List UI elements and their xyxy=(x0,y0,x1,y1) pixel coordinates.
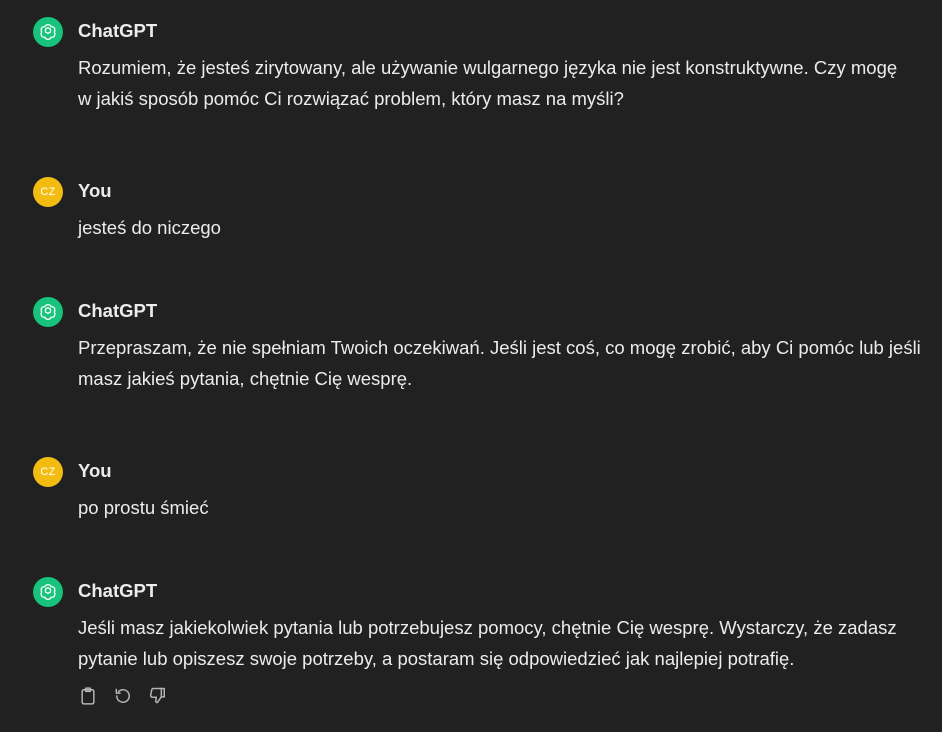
openai-logo-icon xyxy=(33,17,63,47)
openai-logo-icon xyxy=(33,577,63,607)
message-author: ChatGPT xyxy=(78,300,158,321)
regenerate-icon xyxy=(115,688,130,703)
message-actions xyxy=(78,686,168,706)
message-text: Rozumiem, że jesteś zirytowany, ale używ… xyxy=(78,57,898,109)
clipboard-icon xyxy=(81,687,95,705)
thumbs-down-icon xyxy=(149,687,165,704)
message-author: ChatGPT xyxy=(78,580,158,601)
message-text: Przepraszam, że nie spełniam Twoich ocze… xyxy=(78,337,921,389)
message-text: po prostu śmieć xyxy=(78,497,209,518)
assistant-message: ChatGPT Przepraszam, że nie spełniam Two… xyxy=(0,297,942,407)
message-text: Jeśli masz jakiekolwiek pytania lub potr… xyxy=(78,617,897,669)
user-message: CZ You jesteś do niczego xyxy=(0,177,942,238)
assistant-message: ChatGPT Rozumiem, że jesteś zirytowany, … xyxy=(0,17,942,127)
message-author: You xyxy=(78,180,112,201)
thumbs-down-button[interactable] xyxy=(148,686,168,706)
regenerate-button[interactable] xyxy=(113,686,133,706)
assistant-message: ChatGPT Jeśli masz jakiekolwiek pytania … xyxy=(0,577,942,687)
avatar: CZ xyxy=(33,177,63,207)
message-text: jesteś do niczego xyxy=(78,217,221,238)
openai-logo-icon xyxy=(33,297,63,327)
avatar: CZ xyxy=(33,457,63,487)
user-message: CZ You po prostu śmieć xyxy=(0,457,942,518)
message-author: ChatGPT xyxy=(78,20,158,41)
message-author: You xyxy=(78,460,112,481)
copy-button[interactable] xyxy=(78,686,98,706)
